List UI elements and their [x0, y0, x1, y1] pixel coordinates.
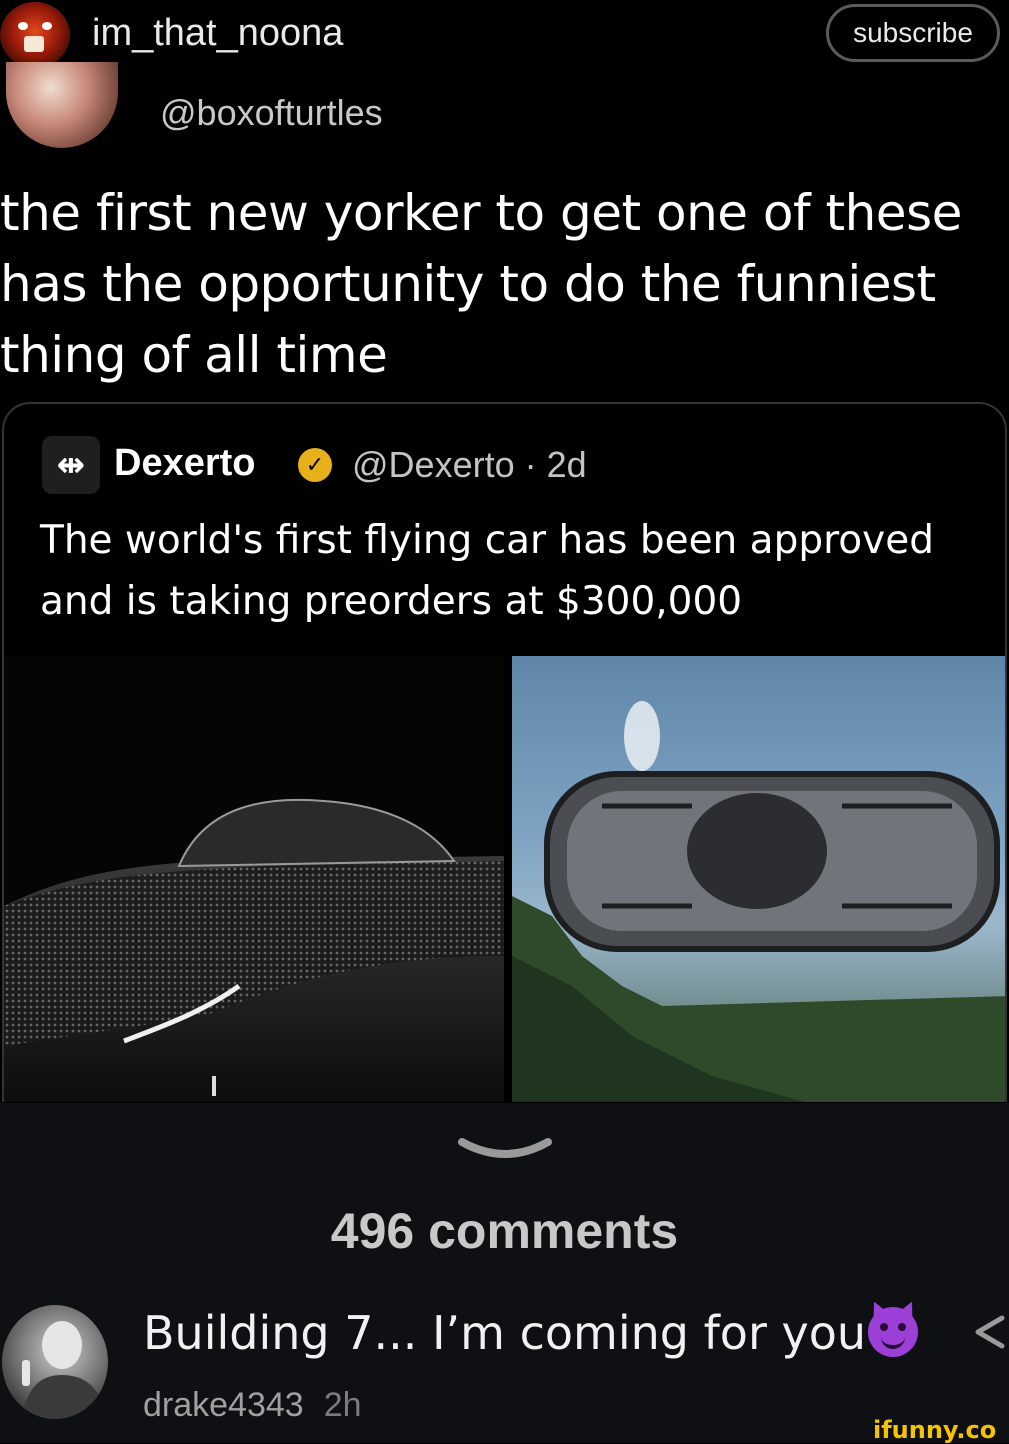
tweet-author-avatar	[6, 62, 118, 148]
quoted-tweet-handle-time: @Dexerto · 2d	[352, 444, 587, 485]
avatar-eye	[42, 22, 52, 30]
comment-body: Building 7... I’m coming for you	[143, 1306, 866, 1360]
comment-text: Building 7... I’m coming for you	[143, 1306, 918, 1360]
tweet-text: the first new yorker to get one of these…	[0, 184, 962, 384]
chevron-down-icon[interactable]	[458, 1136, 552, 1166]
flying-car-air-image	[512, 701, 1005, 1102]
username[interactable]: im_that_noona	[92, 12, 343, 55]
verified-badge-icon: ✓	[298, 448, 332, 482]
user-avatar[interactable]	[0, 2, 70, 68]
flying-car-studio-image	[4, 798, 504, 1102]
comment-time: 2h	[323, 1386, 362, 1424]
quoted-tweet-text: The world's first flying car has been ap…	[40, 518, 934, 624]
comment-author[interactable]: drake4343	[143, 1386, 304, 1424]
share-icon[interactable]	[972, 1314, 1006, 1350]
person-photo-icon	[22, 1321, 106, 1419]
ifunny-watermark: ifunny.co	[873, 1416, 997, 1444]
comment-meta: drake4343 2h	[143, 1386, 362, 1425]
tweet-author-handle: @boxofturtles	[160, 92, 383, 133]
car-photo-dark	[4, 656, 504, 1102]
post-header: im_that_noona subscribe	[0, 0, 1009, 72]
avatar-mouth	[24, 36, 44, 52]
avatar-eye	[18, 22, 28, 30]
car-photo-sky	[512, 656, 1005, 1102]
comments-count[interactable]: 496 comments	[0, 1202, 1009, 1260]
commenter-avatar[interactable]	[2, 1305, 108, 1419]
subscribe-button[interactable]: subscribe	[826, 4, 1000, 62]
dexerto-logo-icon: ⇹	[42, 436, 100, 494]
smiling-devil-emoji-icon	[868, 1307, 918, 1357]
quoted-tweet-author-name: Dexerto	[114, 442, 256, 484]
quoted-tweet-card: ⇹ Dexerto ✓ @Dexerto · 2d The world's fi…	[2, 402, 1007, 1102]
